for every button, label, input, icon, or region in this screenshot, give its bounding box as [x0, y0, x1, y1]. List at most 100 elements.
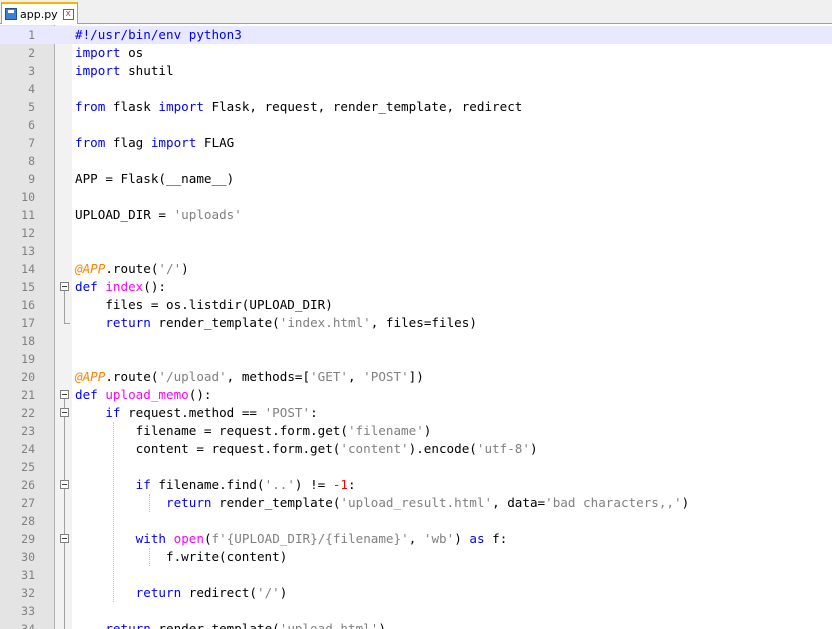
line-code: if filename.find('..') != -1:: [135, 477, 356, 492]
line-number: 26: [21, 478, 35, 492]
code-line[interactable]: 33: [0, 602, 832, 620]
line-number: 18: [21, 334, 35, 348]
code-line[interactable]: 21 def upload_memo():: [0, 386, 832, 404]
fold-toggle-icon[interactable]: [60, 480, 69, 489]
line-number: 25: [21, 460, 35, 474]
code-line[interactable]: 18: [0, 332, 832, 350]
line-number: 13: [21, 244, 35, 258]
line-number: 23: [21, 424, 35, 438]
line-number: 32: [21, 586, 35, 600]
line-code: @APP.route('/upload', methods=['GET', 'P…: [75, 369, 424, 384]
code-line[interactable]: 16 files = os.listdir(UPLOAD_DIR): [0, 296, 832, 314]
line-number: 19: [21, 352, 35, 366]
line-code: import os: [75, 45, 144, 60]
indent-guide: [149, 548, 150, 566]
line-code: if request.method == 'POST':: [105, 405, 318, 420]
line-number: 29: [21, 532, 35, 546]
code-line[interactable]: 32 return redirect('/'): [0, 584, 832, 602]
code-editor[interactable]: 1 #!/usr/bin/env python3 2 import os 3 import…: [0, 25, 832, 629]
code-line[interactable]: 23 filename = request.form.get('filename…: [0, 422, 832, 440]
line-code: return render_template('index.html', fil…: [105, 315, 477, 330]
line-number: 10: [21, 190, 35, 204]
code-line[interactable]: 12: [0, 224, 832, 242]
line-number: 7: [28, 136, 35, 150]
line-number: 20: [21, 370, 35, 384]
line-number: 28: [21, 514, 35, 528]
code-line[interactable]: 8: [0, 152, 832, 170]
code-line[interactable]: 6: [0, 116, 832, 134]
line-number: 24: [21, 442, 35, 456]
code-line[interactable]: 9 APP = Flask(__name__): [0, 170, 832, 188]
line-number: 8: [28, 154, 35, 168]
code-line[interactable]: 34 return render_template('upload.html'): [0, 620, 832, 629]
line-number: 14: [21, 262, 35, 276]
line-number: 12: [21, 226, 35, 240]
code-line[interactable]: 15 def index():: [0, 278, 832, 296]
line-number: 2: [28, 46, 35, 60]
line-code: f.write(content): [75, 549, 288, 564]
line-number: 30: [21, 550, 35, 564]
fold-end-marker: [64, 323, 70, 324]
fold-range-line: [64, 291, 65, 323]
tab-bar: app.py x: [0, 0, 832, 24]
line-code: content = request.form.get('content').en…: [75, 441, 538, 456]
fold-toggle-icon[interactable]: [60, 534, 69, 543]
line-number: 1: [28, 28, 35, 42]
line-number: 15: [21, 280, 35, 294]
code-line[interactable]: 11 UPLOAD_DIR = 'uploads': [0, 206, 832, 224]
line-number: 16: [21, 298, 35, 312]
line-number: 27: [21, 496, 35, 510]
line-number: 9: [28, 172, 35, 186]
line-code: import shutil: [75, 63, 174, 78]
code-line[interactable]: 5 from flask import Flask, request, rende…: [0, 98, 832, 116]
code-line[interactable]: 22 if request.method == 'POST':: [0, 404, 832, 422]
line-code: return render_template('upload_result.ht…: [166, 495, 690, 510]
code-line[interactable]: 3 import shutil: [0, 62, 832, 80]
line-code: #!/usr/bin/env python3: [75, 27, 242, 42]
fold-toggle-icon[interactable]: [60, 390, 69, 399]
line-number: 5: [28, 100, 35, 114]
code-line[interactable]: 1 #!/usr/bin/env python3: [0, 26, 832, 44]
tab-app-py[interactable]: app.py x: [1, 2, 78, 24]
line-number: 11: [21, 208, 35, 222]
code-line[interactable]: 10: [0, 188, 832, 206]
line-number: 4: [28, 82, 35, 96]
fold-toggle-icon[interactable]: [60, 408, 69, 417]
code-line[interactable]: 19: [0, 350, 832, 368]
code-line[interactable]: 31: [0, 566, 832, 584]
code-line[interactable]: 30 f.write(content): [0, 548, 832, 566]
code-line[interactable]: 7 from flag import FLAG: [0, 134, 832, 152]
line-code: def upload_memo():: [75, 387, 212, 402]
line-code: return render_template('upload.html'): [105, 621, 386, 629]
line-number: 21: [21, 388, 35, 402]
code-line[interactable]: 26 if filename.find('..') != -1:: [0, 476, 832, 494]
tab-filename: app.py: [20, 7, 58, 21]
indent-guide: [149, 494, 150, 512]
save-status-icon: [5, 8, 17, 20]
code-line[interactable]: 28: [0, 512, 832, 530]
line-number: 33: [21, 604, 35, 618]
code-line[interactable]: 27 return render_template('upload_result…: [0, 494, 832, 512]
code-line[interactable]: 17 return render_template('index.html', …: [0, 314, 832, 332]
code-line[interactable]: 4: [0, 80, 832, 98]
fold-toggle-icon[interactable]: [60, 282, 69, 291]
code-line[interactable]: 14 @APP.route('/'): [0, 260, 832, 278]
code-line[interactable]: 25: [0, 458, 832, 476]
close-tab-icon[interactable]: x: [62, 8, 74, 20]
code-line[interactable]: 20 @APP.route('/upload', methods=['GET', …: [0, 368, 832, 386]
line-code: APP = Flask(__name__): [75, 171, 235, 186]
code-line[interactable]: 29 with open(f'{UPLOAD_DIR}/{filename}',…: [0, 530, 832, 548]
code-line[interactable]: 2 import os: [0, 44, 832, 62]
line-code: with open(f'{UPLOAD_DIR}/{filename}', 'w…: [135, 531, 508, 546]
fold-range-line: [64, 489, 65, 512]
code-line[interactable]: 13: [0, 242, 832, 260]
line-code: return redirect('/'): [135, 585, 288, 600]
line-code: from flag import FLAG: [75, 135, 235, 150]
code-line[interactable]: 24 content = request.form.get('content')…: [0, 440, 832, 458]
line-code: def index():: [75, 279, 167, 294]
fold-range-line: [64, 543, 65, 566]
line-code: @APP.route('/'): [75, 261, 189, 276]
line-code: files = os.listdir(UPLOAD_DIR): [75, 297, 333, 312]
line-number: 22: [21, 406, 35, 420]
fold-range-line: [64, 399, 65, 629]
